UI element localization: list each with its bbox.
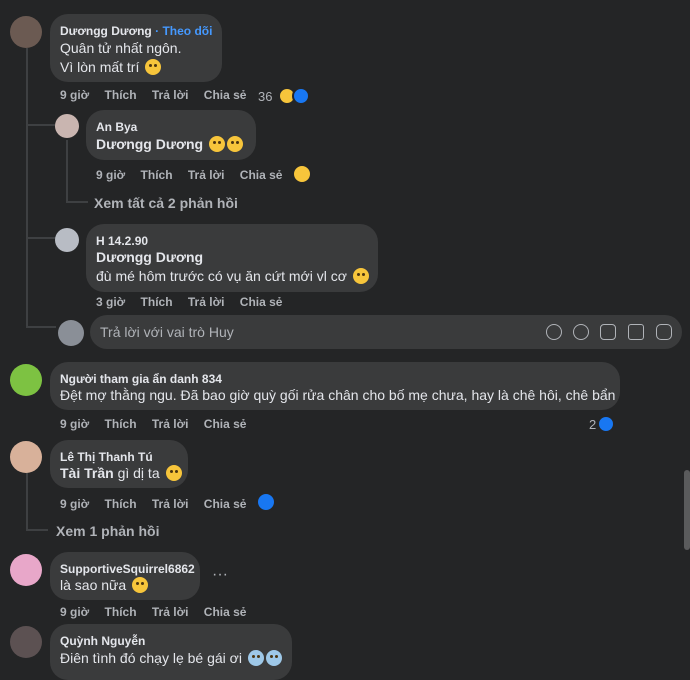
- comment-author[interactable]: Lê Thị Thanh Tú: [60, 450, 153, 464]
- comment-actions: 9 giờ Thích Trả lời Chia sẻ: [60, 417, 258, 431]
- like-reaction-icon: [292, 87, 311, 105]
- avatar[interactable]: [10, 441, 42, 473]
- reply-actions: 9 giờ Thích Trả lời Chia sẻ: [96, 168, 294, 182]
- sticker-icon[interactable]: [656, 324, 672, 340]
- share-action[interactable]: Chia sẻ: [204, 417, 247, 431]
- reply-mention[interactable]: Dươngg Dương: [96, 249, 203, 265]
- comment-text: Điên tình đó chạy lẹ bé gái ơi: [60, 650, 282, 666]
- reply-input-box[interactable]: Trả lời với vai trò Huy: [90, 315, 682, 349]
- reply-time[interactable]: 9 giờ: [96, 168, 125, 182]
- avatar[interactable]: [55, 114, 79, 138]
- like-action[interactable]: Thích: [105, 417, 137, 431]
- emoji-icon: [145, 59, 162, 75]
- reply-action[interactable]: Trả lời: [188, 168, 225, 182]
- view-all-replies-link[interactable]: Xem tất cả 2 phản hồi: [94, 195, 238, 211]
- thread-line: [26, 237, 56, 239]
- share-action[interactable]: Chia sẻ: [240, 295, 283, 309]
- like-action[interactable]: Thích: [105, 88, 137, 102]
- reply-author[interactable]: An Bya: [96, 120, 137, 134]
- rofl-emoji-icon: [226, 136, 243, 152]
- share-action[interactable]: Chia sẻ: [240, 168, 283, 182]
- gif-icon[interactable]: [628, 324, 644, 340]
- thread-line: [26, 326, 56, 328]
- grin-sweat-emoji-icon: [352, 268, 369, 284]
- reaction-summary[interactable]: 36: [258, 87, 311, 105]
- cold-sweat-emoji-icon: [247, 650, 264, 666]
- rofl-emoji-icon: [208, 136, 225, 152]
- comment-text-line: Vì lòn mất trí: [60, 59, 162, 75]
- follow-link[interactable]: · Theo dõi: [155, 24, 212, 38]
- comment-author[interactable]: Dươngg Dương · Theo dõi: [60, 24, 212, 38]
- avatar[interactable]: [10, 626, 42, 658]
- reply-text: Dươngg Dương: [96, 136, 243, 152]
- haha-reaction-icon[interactable]: [292, 164, 312, 184]
- comment-text-line: Quân tử nhất ngôn.: [60, 40, 182, 56]
- smile-emoji-icon: [165, 465, 182, 481]
- cold-sweat-emoji-icon: [265, 650, 282, 666]
- reply-action[interactable]: Trả lời: [188, 295, 225, 309]
- reply-action[interactable]: Trả lời: [152, 417, 189, 431]
- avatar[interactable]: [10, 16, 42, 48]
- reply-bubble: [86, 110, 256, 160]
- comment-text: Tài Trần gì dị ta: [60, 465, 182, 481]
- like-action[interactable]: Thích: [141, 168, 173, 182]
- share-action[interactable]: Chia sẻ: [204, 605, 247, 619]
- thread-line: [66, 140, 68, 202]
- reaction-summary[interactable]: 2: [589, 415, 616, 433]
- avatar-sticker-icon[interactable]: [546, 324, 562, 340]
- like-action[interactable]: Thích: [141, 295, 173, 309]
- reply-author[interactable]: H 14.2.90: [96, 234, 148, 248]
- comment-time[interactable]: 9 giờ: [60, 417, 89, 431]
- share-action[interactable]: Chia sẻ: [204, 88, 247, 102]
- comment-time[interactable]: 9 giờ: [60, 497, 89, 511]
- comment-text: là sao nữa: [60, 577, 149, 593]
- emoji-icon[interactable]: [573, 324, 589, 340]
- comment-author[interactable]: Quỳnh Nguyễn: [60, 634, 145, 648]
- reply-time[interactable]: 3 giờ: [96, 295, 125, 309]
- like-action[interactable]: Thích: [105, 497, 137, 511]
- upside-down-emoji-icon: [132, 577, 149, 593]
- like-reaction-icon: [597, 415, 616, 433]
- like-action[interactable]: Thích: [105, 605, 137, 619]
- thread-line: [26, 124, 56, 126]
- reaction-count: 36: [258, 89, 273, 104]
- comment-actions: 9 giờ Thích Trả lời Chia sẻ: [60, 88, 258, 102]
- comment-text: Đệt mợ thằng ngu. Đã bao giờ quỳ gối rửa…: [60, 387, 616, 403]
- reply-actions: 3 giờ Thích Trả lời Chia sẻ: [96, 295, 294, 309]
- comment-actions: 9 giờ Thích Trả lời Chia sẻ: [60, 497, 258, 511]
- comment-actions: 9 giờ Thích Trả lời Chia sẻ: [60, 605, 258, 619]
- comment-time[interactable]: 9 giờ: [60, 88, 89, 102]
- view-one-reply-link[interactable]: Xem 1 phản hồi: [56, 523, 159, 539]
- reply-action[interactable]: Trả lời: [152, 497, 189, 511]
- thread-line: [26, 48, 28, 328]
- like-reaction-icon[interactable]: [256, 492, 276, 512]
- reply-action[interactable]: Trả lời: [152, 605, 189, 619]
- anonymous-avatar[interactable]: [10, 364, 42, 396]
- camera-icon[interactable]: [600, 324, 616, 340]
- avatar[interactable]: [10, 554, 42, 586]
- avatar[interactable]: [55, 228, 79, 252]
- reaction-count: 2: [589, 417, 597, 432]
- thread-line: [26, 468, 28, 530]
- thread-line: [66, 201, 88, 203]
- reply-action[interactable]: Trả lời: [152, 88, 189, 102]
- share-action[interactable]: Chia sẻ: [204, 497, 247, 511]
- comment-time[interactable]: 9 giờ: [60, 605, 89, 619]
- comment-author[interactable]: SupportiveSquirrel6862: [60, 562, 195, 576]
- mention[interactable]: Tài Trần: [60, 465, 114, 481]
- reply-text: đù mé hôm trước có vụ ăn cứt mới vl cơ: [96, 268, 369, 284]
- scrollbar-thumb[interactable]: [684, 470, 690, 550]
- thread-line: [26, 529, 48, 531]
- more-options-icon[interactable]: ···: [212, 566, 228, 584]
- current-user-avatar[interactable]: [58, 320, 84, 346]
- reply-input-placeholder[interactable]: Trả lời với vai trò Huy: [100, 324, 234, 340]
- author-name[interactable]: Dươngg Dương: [60, 24, 152, 38]
- comment-author[interactable]: Người tham gia ẩn danh 834: [60, 372, 222, 386]
